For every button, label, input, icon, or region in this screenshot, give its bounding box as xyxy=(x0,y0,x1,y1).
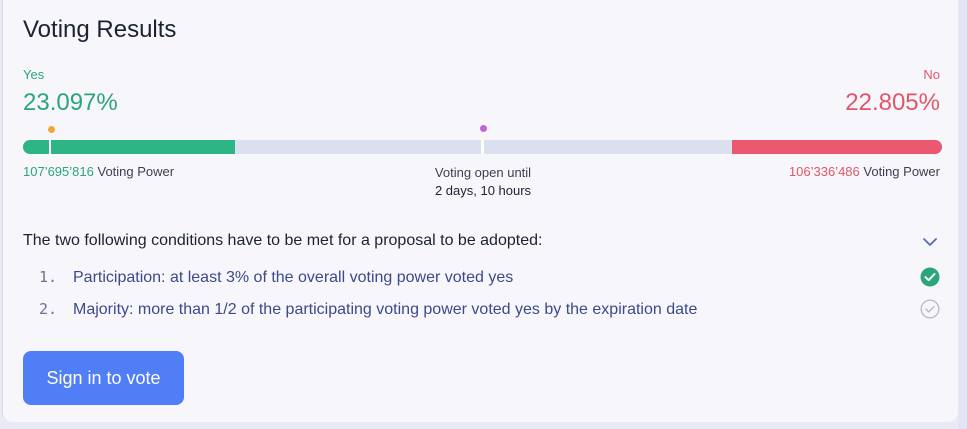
yes-voting-power-value: 107’695’816 xyxy=(23,164,94,179)
check-circle-outline-icon xyxy=(920,299,940,319)
condition-number: 2. xyxy=(39,300,58,318)
card-title: Voting Results xyxy=(23,16,177,43)
majority-marker-dot xyxy=(480,125,487,132)
no-bar-fill xyxy=(732,140,942,154)
sign-in-to-vote-button[interactable]: Sign in to vote xyxy=(23,351,184,405)
voting-progress-bar xyxy=(23,140,942,154)
voting-open-time: 2 days, 10 hours xyxy=(434,183,532,198)
conditions-heading: The two following conditions have to be … xyxy=(23,232,543,249)
voting-results-card: Voting Results Yes No 23.097% 22.805% 10… xyxy=(2,0,958,422)
yes-voting-power-label: Voting Power xyxy=(97,164,175,179)
yes-percentage: 23.097% xyxy=(23,89,118,116)
no-label: No xyxy=(923,67,940,82)
voting-open-status: Voting open until 2 days, 10 hours xyxy=(383,164,583,200)
condition-item-participation: 1. Participation: at least 3% of the over… xyxy=(39,268,513,287)
no-voting-power: 106’336’486 Voting Power xyxy=(789,164,940,179)
no-percentage: 22.805% xyxy=(845,89,940,116)
yes-bar-fill xyxy=(23,140,235,154)
condition-text: Majority: more than 1/2 of the participa… xyxy=(73,301,698,318)
quorum-marker-dot xyxy=(48,126,55,133)
page-scroll-edge xyxy=(958,0,967,429)
yes-voting-power: 107’695’816 Voting Power xyxy=(23,164,174,179)
check-circle-filled-icon xyxy=(920,267,940,287)
condition-number: 1. xyxy=(39,268,58,286)
quorum-tick xyxy=(49,140,51,154)
yes-label: Yes xyxy=(23,67,45,82)
condition-text: Participation: at least 3% of the overal… xyxy=(73,269,514,286)
no-voting-power-value: 106’336’486 xyxy=(788,164,860,179)
voting-open-label: Voting open until xyxy=(434,165,532,180)
condition-item-majority: 2. Majority: more than 1/2 of the partici… xyxy=(39,300,697,319)
no-voting-power-label: Voting Power xyxy=(863,164,940,179)
midpoint-tick xyxy=(481,140,484,154)
chevron-down-icon[interactable] xyxy=(920,232,940,252)
